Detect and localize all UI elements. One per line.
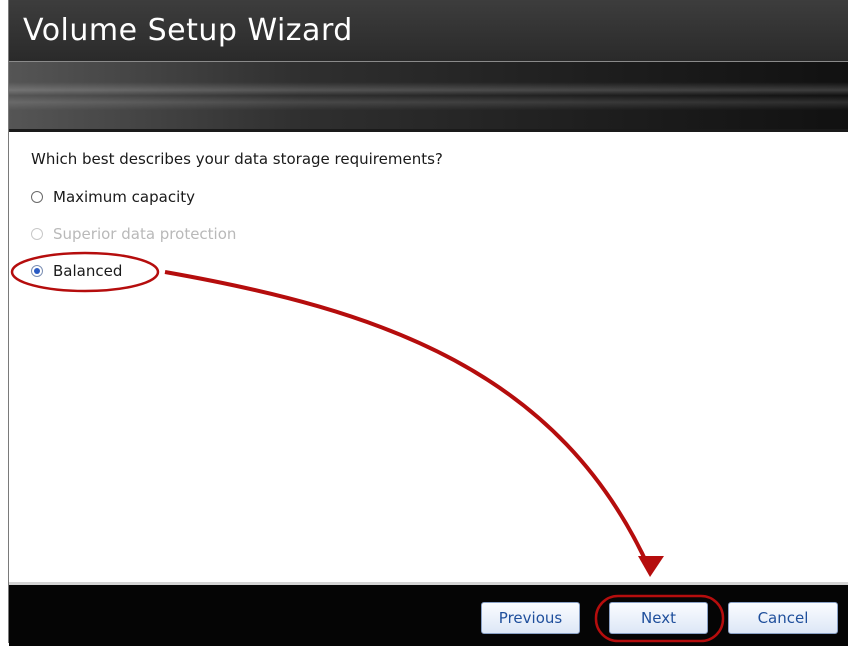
annotation-arrow bbox=[164, 270, 652, 571]
highlight-balanced-ellipse bbox=[10, 251, 160, 293]
arrow-head-icon bbox=[638, 556, 664, 577]
highlight-next-ellipse bbox=[594, 594, 725, 643]
annotation-overlay bbox=[10, 251, 725, 643]
